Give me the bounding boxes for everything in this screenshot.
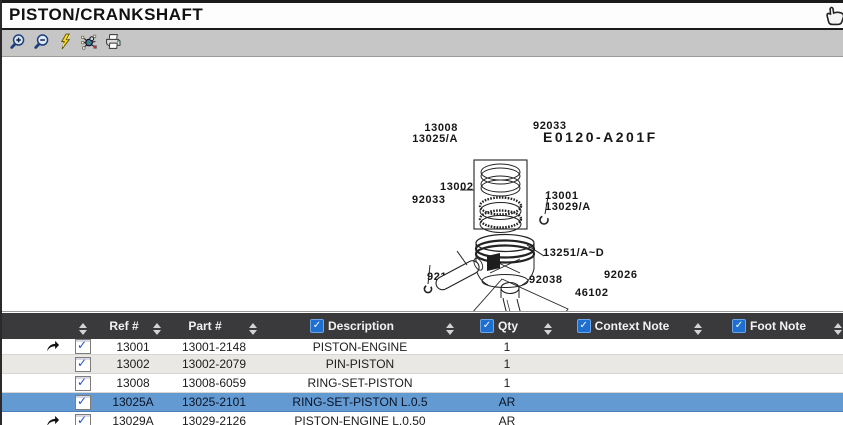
context-note-cell[interactable] (556, 412, 706, 425)
flash-icon (57, 33, 74, 53)
description-cell[interactable]: PISTON-ENGINE L.0.50 (262, 412, 458, 425)
hotspot-spider-icon (80, 33, 98, 53)
parts-catalog-window: PISTON/CRANKSHAFT (0, 0, 843, 425)
qty-cell[interactable]: AR (458, 412, 556, 425)
row-check-cell[interactable]: ✓ (66, 374, 100, 393)
sort-icon[interactable] (79, 323, 87, 335)
part-cell[interactable]: 13001-2148 (166, 339, 262, 355)
window-left-border (0, 0, 2, 425)
qty-cell[interactable]: AR (458, 393, 556, 412)
header-context-note[interactable]: ✓Context Note (556, 313, 690, 339)
part-cell[interactable]: 13002-2079 (166, 355, 262, 374)
row-check-cell[interactable]: ✓ (66, 393, 100, 412)
zoom-in-button[interactable] (6, 33, 28, 54)
foot-note-cell[interactable] (706, 393, 843, 412)
qty-cell[interactable]: 1 (458, 374, 556, 393)
context-note-cell[interactable] (556, 374, 706, 393)
row-check-icon[interactable]: ✓ (75, 395, 91, 410)
description-checkbox[interactable]: ✓ (310, 319, 324, 333)
zoom-in-icon (9, 33, 26, 53)
header-ref[interactable]: Ref # (100, 313, 148, 339)
foot-note-cell[interactable] (706, 412, 843, 425)
description-cell[interactable]: PISTON-ENGINE (262, 339, 458, 355)
row-check-cell[interactable]: ✓ (66, 339, 100, 355)
ref-cell[interactable]: 13001 (100, 339, 166, 355)
header-part[interactable]: Part # (166, 313, 244, 339)
zoom-out-icon (33, 33, 50, 53)
description-cell[interactable]: RING-SET-PISTON (262, 374, 458, 393)
print-button[interactable] (102, 33, 124, 54)
ref-cell[interactable]: 13008 (100, 374, 166, 393)
foot-note-cell[interactable] (706, 355, 843, 374)
sort-description[interactable] (442, 313, 458, 339)
table-row[interactable]: ✓ 1300113001-2148PISTON-ENGINE1 (0, 339, 843, 355)
description-cell[interactable]: PIN-PISTON (262, 355, 458, 374)
sort-qty[interactable] (540, 313, 556, 339)
sort-icon[interactable] (834, 323, 842, 335)
table-row[interactable]: ✓ 1300813008-6059RING-SET-PISTON1 (0, 374, 843, 393)
sort-context-note[interactable] (690, 313, 706, 339)
window-top-border (0, 0, 843, 3)
header-description[interactable]: ✓Description (262, 313, 442, 339)
table-row[interactable]: ✓ 13029A13029-2126PISTON-ENGINE L.0.50AR (0, 412, 843, 425)
toolbar (0, 30, 843, 57)
part-cell[interactable]: 13029-2126 (166, 412, 262, 425)
header-spacer (0, 313, 66, 339)
sort-ref[interactable] (148, 313, 166, 339)
sort-icon[interactable] (694, 323, 702, 335)
row-arrow-cell[interactable] (0, 339, 66, 355)
hand-cursor-icon (822, 5, 843, 27)
parts-table: Ref # Part # ✓Description ✓Qty ✓Context … (0, 311, 843, 425)
row-arrow-cell[interactable] (0, 355, 66, 374)
hotspot-button[interactable] (78, 33, 100, 54)
ref-cell[interactable]: 13029A (100, 412, 166, 425)
table-header: Ref # Part # ✓Description ✓Qty ✓Context … (0, 313, 843, 339)
sort-icon[interactable] (544, 323, 552, 335)
header-qty[interactable]: ✓Qty (458, 313, 540, 339)
header-foot-note[interactable]: ✓Foot Note (706, 313, 832, 339)
qty-cell[interactable]: 1 (458, 339, 556, 355)
sort-icon[interactable] (153, 323, 161, 335)
part-cell[interactable]: 13008-6059 (166, 374, 262, 393)
foot-note-cell[interactable] (706, 374, 843, 393)
diagram-pane: E0120-A201F 1300813025/A9203313002920331… (0, 57, 843, 310)
row-check-icon[interactable]: ✓ (75, 376, 91, 391)
sort-check-column[interactable] (66, 313, 100, 339)
context-note-checkbox[interactable]: ✓ (577, 319, 591, 333)
zoom-out-button[interactable] (30, 33, 52, 54)
table-row[interactable]: ✓ 13025A13025-2101RING-SET-PISTON L.0.5AR (0, 393, 843, 412)
sort-icon[interactable] (249, 323, 257, 335)
ref-cell[interactable]: 13025A (100, 393, 166, 412)
sort-icon[interactable] (446, 323, 454, 335)
print-icon (104, 33, 122, 53)
row-check-cell[interactable]: ✓ (66, 355, 100, 374)
context-note-cell[interactable] (556, 393, 706, 412)
context-note-cell[interactable] (556, 339, 706, 355)
row-arrow-cell[interactable] (0, 374, 66, 393)
foot-note-cell[interactable] (706, 339, 843, 355)
title-bar: PISTON/CRANKSHAFT (0, 3, 843, 28)
row-check-icon[interactable]: ✓ (75, 414, 91, 425)
qty-checkbox[interactable]: ✓ (480, 319, 494, 333)
ref-cell[interactable]: 13002 (100, 355, 166, 374)
qty-cell[interactable]: 1 (458, 355, 556, 374)
row-check-icon[interactable]: ✓ (75, 357, 91, 372)
page-title: PISTON/CRANKSHAFT (9, 5, 203, 25)
sort-part[interactable] (244, 313, 262, 339)
row-arrow-cell[interactable] (0, 393, 66, 412)
row-check-icon[interactable]: ✓ (75, 339, 91, 354)
table-body: ✓1300113001-2148PISTON-ENGINE1✓130021300… (0, 339, 843, 425)
foot-note-checkbox[interactable]: ✓ (732, 319, 746, 333)
sort-foot-note[interactable] (832, 313, 843, 339)
table-row[interactable]: ✓ 1300213002-2079PIN-PISTON1 (0, 355, 843, 374)
context-note-cell[interactable] (556, 355, 706, 374)
flash-button[interactable] (54, 33, 76, 54)
row-check-cell[interactable]: ✓ (66, 412, 100, 425)
part-cell[interactable]: 13025-2101 (166, 393, 262, 412)
description-cell[interactable]: RING-SET-PISTON L.0.5 (262, 393, 458, 412)
row-arrow-cell[interactable] (0, 412, 66, 425)
